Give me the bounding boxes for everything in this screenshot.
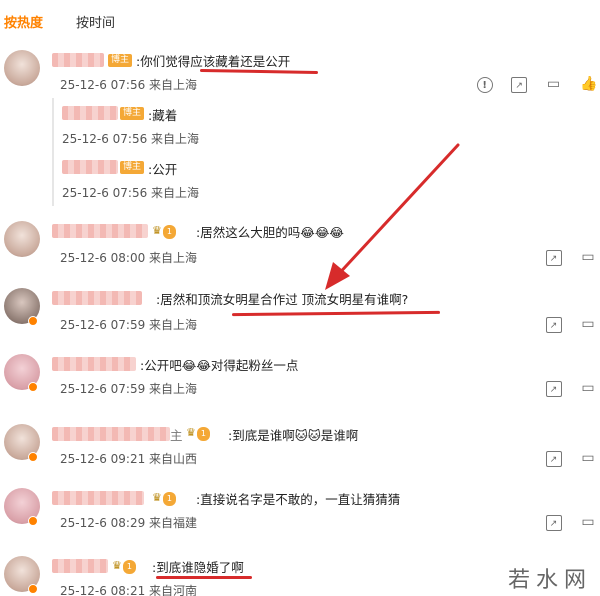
comment-text: :公开吧😂😂对得起粉丝一点 xyxy=(140,358,299,373)
comment-meta: 25-12-6 08:29 来自福建 xyxy=(60,516,198,530)
watermark: 若水网 xyxy=(507,568,592,593)
vip-crown-badge: ♛ 1 xyxy=(152,491,176,506)
verified-badge-icon xyxy=(28,584,38,594)
comment-actions: ↗ ▭ xyxy=(532,450,596,467)
comment-icon[interactable]: ▭ xyxy=(580,450,596,466)
share-icon[interactable]: ↗ xyxy=(545,515,562,531)
share-icon[interactable]: ↗ xyxy=(545,451,562,467)
comment-text: :到底谁隐婚了啊 xyxy=(152,560,244,575)
comment-actions: ↗ ▭ xyxy=(532,380,596,397)
username-blurred[interactable] xyxy=(52,491,144,505)
comment-icon[interactable]: ▭ xyxy=(580,514,596,530)
vip-crown-badge: ♛ 1 xyxy=(112,559,136,574)
annotation-underline xyxy=(156,576,252,579)
comment-icon[interactable]: ▭ xyxy=(580,380,596,396)
comment-text: :直接说名字是不敢的，一直让猜猜猜 xyxy=(196,492,401,507)
comment-meta: 25-12-6 07:59 来自上海 xyxy=(60,382,198,396)
verified-badge-icon xyxy=(28,382,38,392)
verified-badge-icon xyxy=(28,452,38,462)
username-blurred[interactable] xyxy=(52,559,108,573)
comment-actions: ↗ ▭ xyxy=(532,514,596,531)
verified-badge-icon xyxy=(28,516,38,526)
share-icon[interactable]: ↗ xyxy=(545,381,562,397)
username-blurred[interactable] xyxy=(52,427,170,441)
username-suffix: 主 xyxy=(170,428,183,443)
comment-meta: 25-12-6 09:21 来自山西 xyxy=(60,452,198,466)
comment-text: :到底是谁啊🐱🐱是谁啊 xyxy=(228,428,359,443)
comment-meta: 25-12-6 08:21 来自河南 xyxy=(60,584,198,596)
vip-crown-badge: ♛ 1 xyxy=(186,426,210,441)
username-blurred[interactable] xyxy=(52,357,136,371)
